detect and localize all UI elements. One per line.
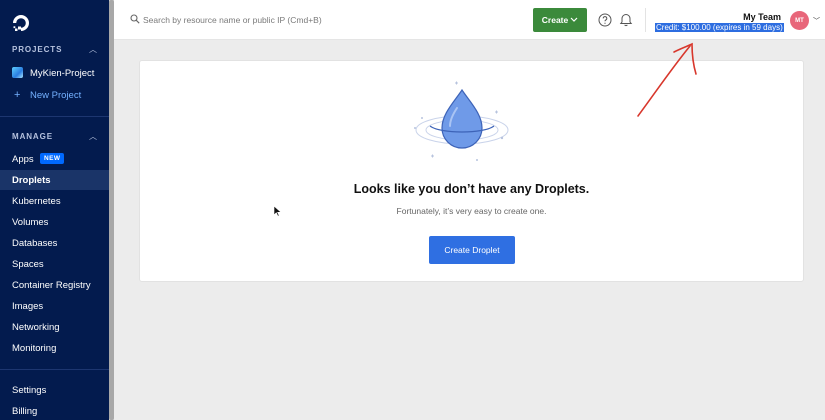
bell-icon[interactable] [619,12,633,27]
sidebar-item-spaces[interactable]: Spaces [12,259,44,270]
sidebar-divider [0,369,109,370]
sidebar-item-droplets[interactable]: Droplets [12,175,51,186]
sidebar-item-kubernetes[interactable]: Kubernetes [12,196,61,207]
new-project-link[interactable]: New Project [30,90,81,101]
projects-heading: PROJECTS [12,45,63,54]
create-button-label: Create [541,15,569,25]
credit-balance: Credit: $100.00 (expires in 59 days) [655,23,784,32]
sidebar-item-apps[interactable]: Apps [12,154,34,165]
manage-heading: MANAGE [12,132,53,141]
search-icon [130,14,140,24]
chevron-down-icon [570,17,578,22]
scrollbar-thumb[interactable] [109,0,114,420]
droplet-illustration-icon [414,81,509,161]
sidebar-item-images[interactable]: Images [12,301,43,312]
empty-state-title: Looks like you don’t have any Droplets. [353,182,590,196]
chevron-up-icon[interactable]: ︿ [89,44,97,55]
sidebar-item-networking[interactable]: Networking [12,322,60,333]
mouse-cursor-icon [273,205,282,217]
create-droplet-button[interactable]: Create Droplet [429,236,515,264]
avatar[interactable]: MT [790,11,809,30]
help-icon[interactable] [598,13,612,27]
create-button[interactable]: Create [533,8,587,32]
sidebar: PROJECTS ︿ MyKien-Project + New Project … [0,0,109,420]
sidebar-divider [0,116,109,117]
empty-state-subtitle: Fortunately, it’s very easy to create on… [396,206,547,216]
sidebar-item-container-registry[interactable]: Container Registry [12,280,91,291]
sidebar-item-billing[interactable]: Billing [12,406,37,417]
sidebar-item-settings[interactable]: Settings [12,385,46,396]
plus-icon[interactable]: + [14,89,20,101]
team-name[interactable]: My Team [743,12,781,22]
sidebar-project-mykien[interactable]: MyKien-Project [30,68,94,79]
digitalocean-logo-icon[interactable] [11,13,31,33]
sidebar-item-databases[interactable]: Databases [12,238,57,249]
chevron-up-icon[interactable]: ︿ [89,131,97,142]
sidebar-item-monitoring[interactable]: Monitoring [12,343,56,354]
new-badge: NEW [40,153,65,164]
chevron-down-icon[interactable]: ﹀ [813,16,820,26]
topbar-separator [645,8,646,32]
annotation-arrow-icon [637,42,697,117]
project-icon [12,67,23,78]
sidebar-item-volumes[interactable]: Volumes [12,217,48,228]
search-input[interactable] [143,12,443,28]
